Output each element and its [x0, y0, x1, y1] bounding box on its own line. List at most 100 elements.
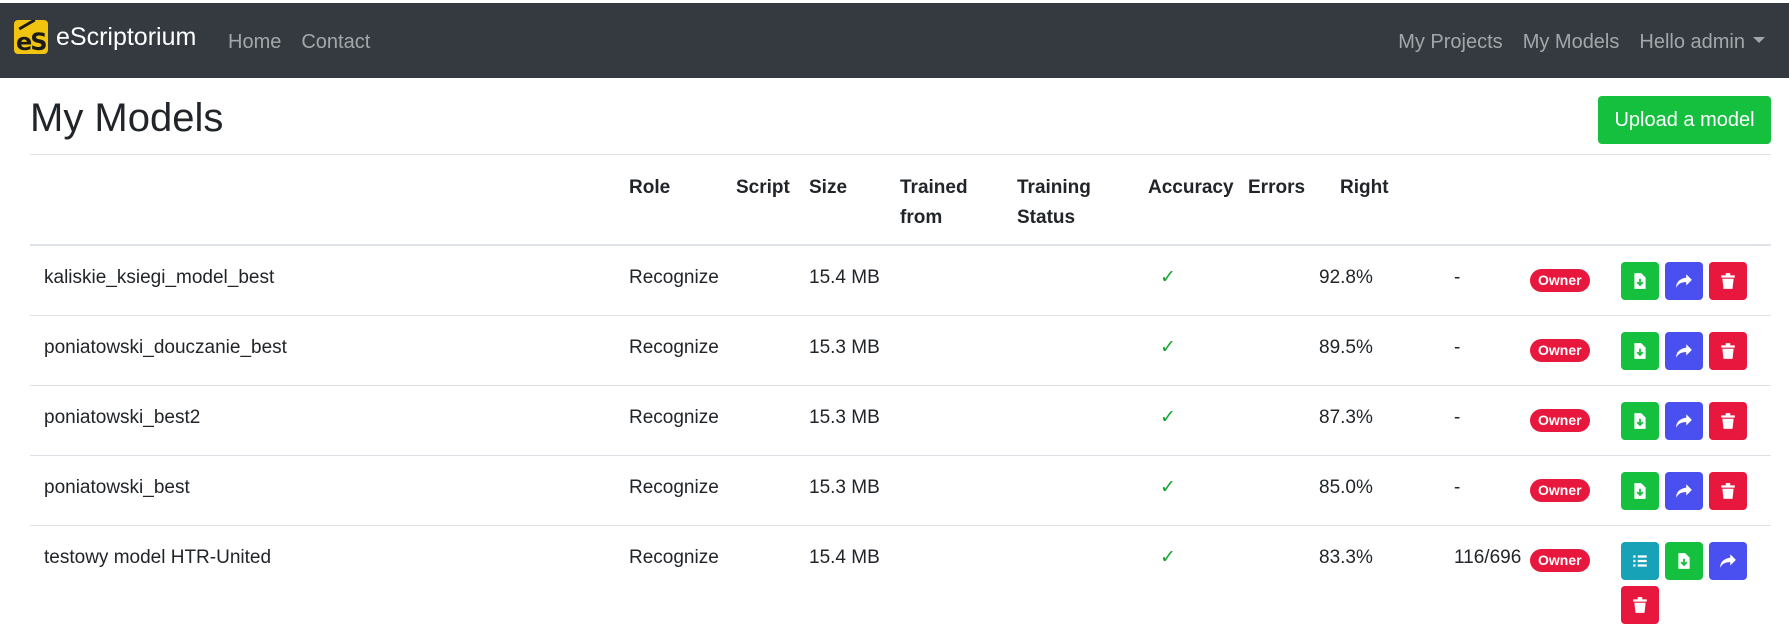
trash-icon	[1633, 597, 1647, 613]
owner-badge: Owner	[1530, 339, 1590, 362]
model-errors: -	[1454, 407, 1461, 428]
model-errors: -	[1454, 477, 1461, 498]
owner-badge: Owner	[1530, 549, 1590, 572]
brand-link[interactable]: eS eScriptorium	[14, 20, 196, 54]
col-training-status-line1: Training	[1017, 177, 1091, 198]
nav-right: My Projects My Models Hello admin	[1378, 31, 1765, 54]
model-size: 15.4 MB	[809, 267, 880, 288]
delete-button[interactable]	[1621, 586, 1659, 624]
share-icon	[1676, 274, 1692, 288]
col-training-status-line2: Status	[1017, 207, 1076, 228]
brand-name: eScriptorium	[56, 22, 197, 51]
col-script: Script	[736, 177, 790, 198]
trash-icon	[1721, 483, 1735, 499]
top-navbar: eS eScriptorium Home Contact My Projects…	[0, 3, 1789, 78]
share-button[interactable]	[1665, 332, 1703, 370]
owner-badge: Owner	[1530, 409, 1590, 432]
table-row: kaliskie_ksiegi_model_best Recognize 15.…	[30, 246, 1771, 316]
model-name: poniatowski_douczanie_best	[44, 337, 287, 358]
model-name: poniatowski_best	[44, 477, 190, 498]
status-check-icon: ✓	[1160, 547, 1176, 568]
model-errors: -	[1454, 337, 1461, 358]
file-download-icon	[1634, 413, 1646, 429]
row-actions	[1621, 402, 1761, 446]
nav-my-models-link[interactable]: My Models	[1523, 31, 1620, 54]
col-size: Size	[809, 177, 848, 198]
col-trained-from-line2: from	[900, 207, 943, 228]
model-accuracy: 92.8%	[1319, 267, 1373, 288]
trash-icon	[1721, 343, 1735, 359]
owner-badge: Owner	[1530, 269, 1590, 292]
file-download-icon	[1634, 273, 1646, 289]
table-row: poniatowski_best Recognize 15.3 MB ✓ 85.…	[30, 456, 1771, 526]
model-role: Recognize	[629, 477, 719, 498]
share-icon	[1720, 554, 1736, 568]
col-right: Right	[1340, 177, 1389, 198]
row-actions	[1621, 542, 1761, 629]
page-title: My Models	[30, 96, 224, 140]
col-trained-from: Trained from	[900, 173, 968, 233]
nav-left: Home Contact	[228, 31, 390, 54]
model-size: 15.3 MB	[809, 407, 880, 428]
model-errors: -	[1454, 267, 1461, 288]
delete-button[interactable]	[1709, 402, 1747, 440]
models-table-header: Role Script Size Trained from Training Sta…	[30, 155, 1771, 246]
row-actions	[1621, 332, 1761, 376]
status-check-icon: ✓	[1160, 407, 1176, 428]
download-button[interactable]	[1665, 542, 1703, 580]
share-button[interactable]	[1665, 262, 1703, 300]
model-size: 15.4 MB	[809, 547, 880, 568]
escriptorium-logo: eS	[14, 20, 48, 54]
model-size: 15.3 MB	[809, 337, 880, 358]
status-check-icon: ✓	[1160, 477, 1176, 498]
file-download-icon	[1634, 483, 1646, 499]
share-icon	[1676, 484, 1692, 498]
share-icon	[1676, 344, 1692, 358]
table-row: poniatowski_best2 Recognize 15.3 MB ✓ 87…	[30, 386, 1771, 456]
nav-my-projects-link[interactable]: My Projects	[1398, 31, 1502, 54]
status-check-icon: ✓	[1160, 337, 1176, 358]
share-button[interactable]	[1665, 472, 1703, 510]
model-name: kaliskie_ksiegi_model_best	[44, 267, 275, 288]
file-download-icon	[1678, 553, 1690, 569]
model-accuracy: 83.3%	[1319, 547, 1373, 568]
model-size: 15.3 MB	[809, 477, 880, 498]
model-role: Recognize	[629, 337, 719, 358]
share-button[interactable]	[1665, 402, 1703, 440]
col-training-status: Training Status	[1017, 173, 1091, 233]
caret-down-icon	[1753, 36, 1765, 43]
download-button[interactable]	[1621, 472, 1659, 510]
model-role: Recognize	[629, 267, 719, 288]
model-accuracy: 87.3%	[1319, 407, 1373, 428]
delete-button[interactable]	[1709, 262, 1747, 300]
trash-icon	[1721, 273, 1735, 289]
table-row: poniatowski_douczanie_best Recognize 15.…	[30, 316, 1771, 386]
delete-button[interactable]	[1709, 332, 1747, 370]
owner-badge: Owner	[1530, 479, 1590, 502]
download-button[interactable]	[1621, 332, 1659, 370]
delete-button[interactable]	[1709, 472, 1747, 510]
list-icon	[1633, 555, 1647, 567]
training-log-button[interactable]	[1621, 542, 1659, 580]
download-button[interactable]	[1621, 262, 1659, 300]
col-trained-from-line1: Trained	[900, 177, 968, 198]
nav-home-link[interactable]: Home	[228, 31, 281, 54]
nav-contact-link[interactable]: Contact	[301, 31, 370, 54]
logo-text: eS	[16, 28, 48, 54]
model-role: Recognize	[629, 407, 719, 428]
download-button[interactable]	[1621, 402, 1659, 440]
model-name: testowy model HTR-United	[44, 547, 272, 568]
upload-model-button[interactable]: Upload a model	[1598, 96, 1771, 144]
file-download-icon	[1634, 343, 1646, 359]
trash-icon	[1721, 413, 1735, 429]
user-menu-label: Hello admin	[1639, 31, 1745, 53]
row-actions	[1621, 262, 1761, 306]
user-menu-dropdown[interactable]: Hello admin	[1639, 31, 1765, 54]
col-role: Role	[629, 177, 671, 198]
share-icon	[1676, 414, 1692, 428]
model-name: poniatowski_best2	[44, 407, 201, 428]
col-errors: Errors	[1248, 177, 1306, 198]
share-button[interactable]	[1709, 542, 1747, 580]
status-check-icon: ✓	[1160, 267, 1176, 288]
model-role: Recognize	[629, 547, 719, 568]
